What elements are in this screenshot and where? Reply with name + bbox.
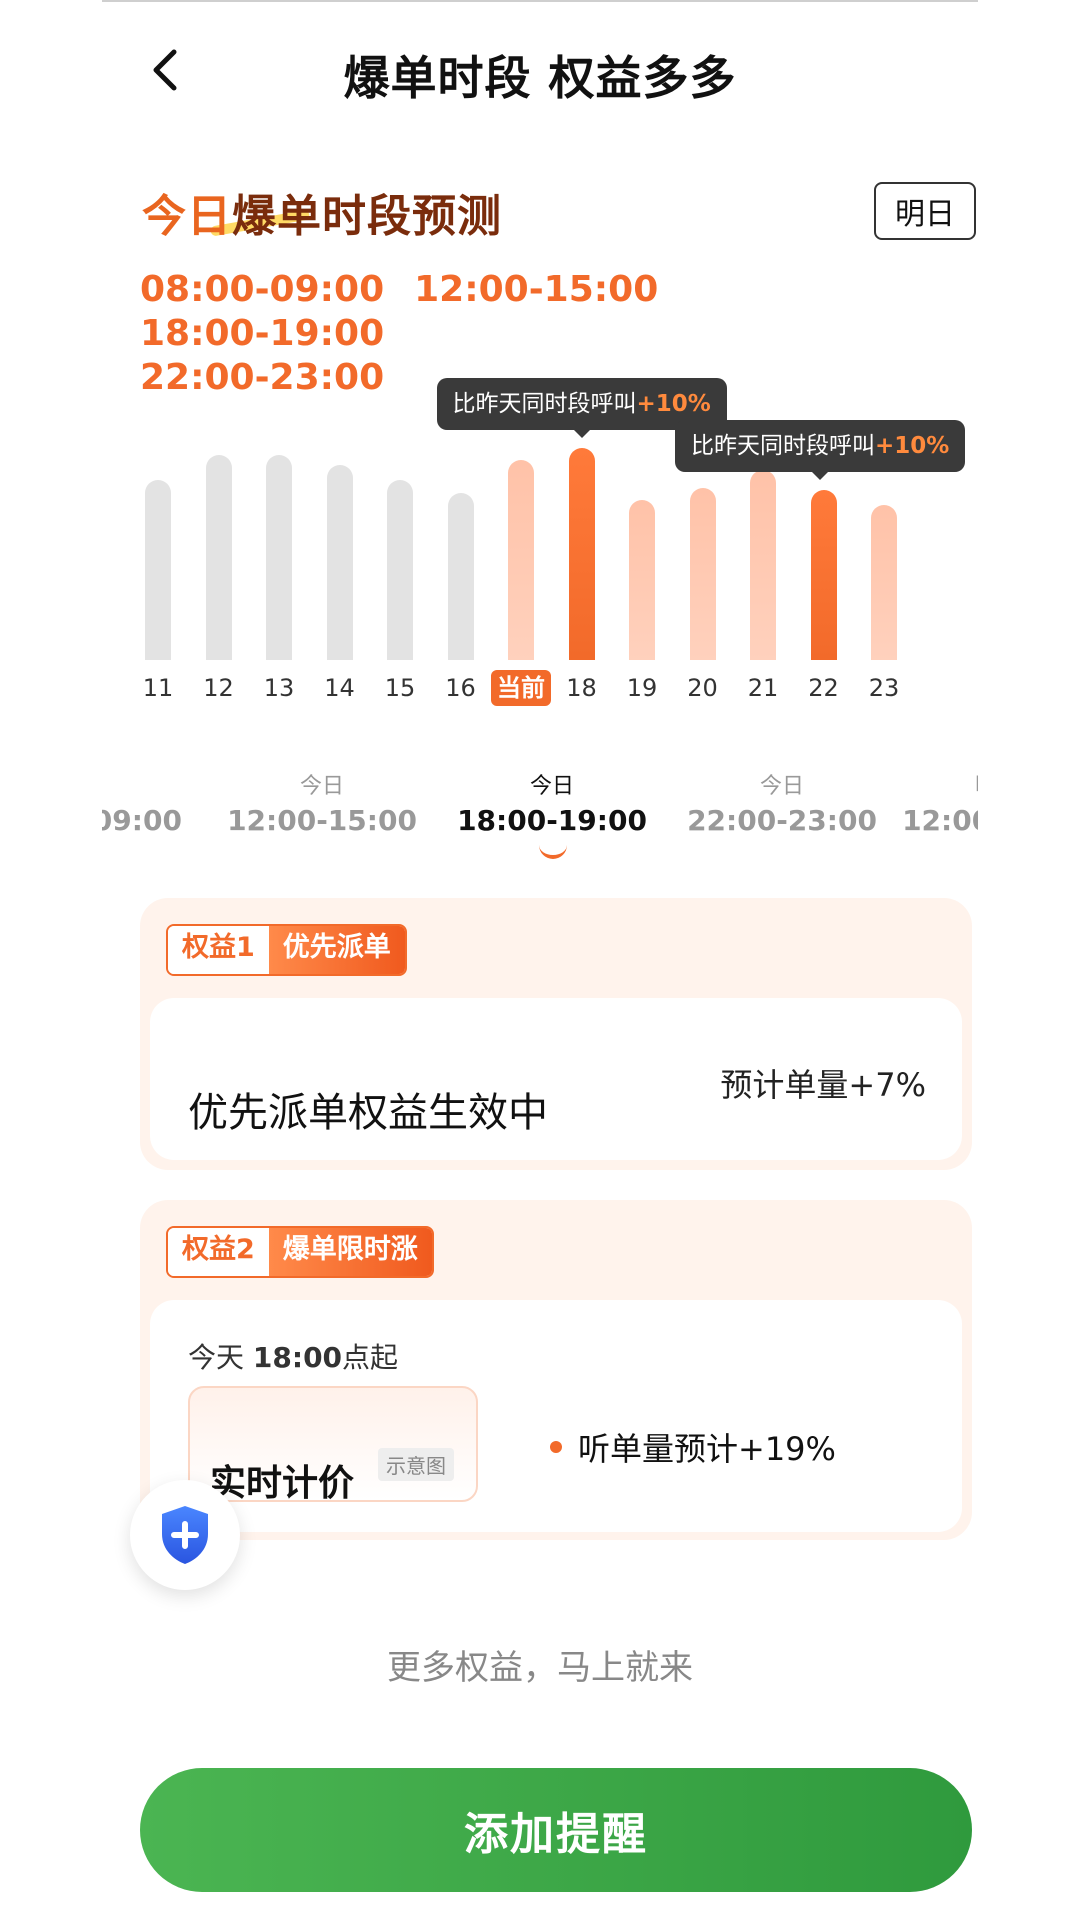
tomorrow-button[interactable]: 明日 — [874, 182, 976, 240]
tooltip-text: 比昨天同时段呼叫 — [691, 433, 875, 459]
benefit-bullet: 听单量预计+19% — [550, 1424, 836, 1470]
time-slot[interactable]: 今日 12:00-15:00 — [217, 768, 427, 837]
section-title: 今日爆单时段预测 — [142, 180, 502, 244]
chart-bar — [205, 455, 232, 660]
chart-x-label: 11 — [142, 674, 174, 702]
benefit-badge: 权益1 优先派单 — [166, 924, 407, 976]
benefit-start-time: 今天 18:00点起 — [188, 1336, 398, 1376]
time-slot[interactable]: 明日 12:00-15:00 — [892, 768, 978, 837]
time-slot[interactable]: 日 08:00-09:00 — [102, 768, 192, 837]
benefit-card-1: 权益1 优先派单 优先派单权益生效中 预计单量+7% — [140, 898, 972, 1170]
time-slot-day: 今日 — [759, 774, 804, 799]
bullet-text: 听单量预计+19% — [578, 1430, 836, 1468]
chart-bar — [568, 447, 595, 660]
benefit-estimate: 预计单量+7% — [720, 1066, 926, 1104]
chart-x-label: 15 — [384, 674, 416, 702]
chart-bar — [266, 455, 292, 660]
hourly-demand-chart: 11 12 13 14 15 16 当前 18 19 20 21 22 23 比昨天同时段呼叫+10% 比昨… — [0, 360, 1080, 720]
section-title-rest: 爆单时段预测 — [232, 191, 502, 242]
benefit-status: 优先派单权益生效中 — [188, 1090, 548, 1136]
header: 爆单时段 权益多多 — [0, 30, 1080, 110]
chart-bar — [871, 505, 897, 660]
chart-bar — [629, 500, 655, 660]
tooltip-text: 比昨天同时段呼叫 — [452, 390, 637, 417]
chart-x-label: 20 — [687, 674, 718, 702]
peak-range: 18:00-19:00 — [140, 313, 385, 354]
chart-x-label: 21 — [747, 674, 779, 702]
since-prefix: 今天 — [188, 1341, 253, 1374]
illustration-tag: 示意图 — [378, 1448, 454, 1481]
chart-bar — [750, 470, 776, 660]
benefit-number: 权益1 — [168, 926, 269, 974]
chart-x-label: 12 — [203, 674, 234, 702]
chart-bar — [810, 490, 837, 660]
chart-x-label: 13 — [263, 674, 295, 702]
benefit-card-2: 权益2 爆单限时涨 今天 18:00点起 实时计价 示意图 听单量预计+19% — [140, 1200, 972, 1540]
time-slot-range: 12:00-15:00 — [902, 804, 978, 837]
top-divider — [102, 0, 978, 2]
time-slot-range: 18:00-19:00 — [457, 804, 647, 837]
benefit-card-body: 今天 18:00点起 实时计价 示意图 听单量预计+19% — [150, 1300, 962, 1532]
time-slot-day: 明日 — [892, 768, 978, 800]
time-slot-range: 12:00-15:00 — [227, 804, 417, 837]
chart-bar — [387, 480, 413, 660]
benefit-card-body: 优先派单权益生效中 预计单量+7% — [150, 998, 962, 1160]
benefit-badge: 权益2 爆单限时涨 — [166, 1226, 434, 1278]
chart-bar — [326, 465, 353, 660]
section-title-today: 今日 — [142, 191, 232, 242]
chart-bar — [447, 492, 474, 660]
chart-x-label: 19 — [626, 674, 658, 702]
chart-bar — [145, 480, 171, 660]
bullet-dot — [550, 1441, 562, 1453]
benefit-name: 爆单限时涨 — [268, 1228, 432, 1276]
safety-shield-button[interactable] — [130, 1480, 240, 1590]
time-slot-range: 08:00-09:00 — [102, 804, 182, 837]
chart-bar — [508, 460, 534, 660]
peak-range: 08:00-09:00 — [140, 269, 385, 310]
time-slot-day: 日 — [102, 768, 192, 800]
chart-bar — [689, 487, 716, 660]
peak-range: 12:00-15:00 — [414, 269, 659, 310]
chart-x-label: 22 — [808, 674, 839, 702]
more-benefits-text: 更多权益，马上就来 — [387, 1648, 693, 1688]
since-time: 18:00 — [252, 1341, 343, 1374]
tooltip-percent: +10% — [875, 433, 950, 459]
chart-tooltip: 比昨天同时段呼叫+10% — [675, 420, 966, 480]
since-suffix: 点起 — [342, 1341, 399, 1374]
benefit-number: 权益2 — [168, 1228, 269, 1276]
chart-current-label: 当前 — [491, 670, 551, 706]
time-slot[interactable]: 今日 18:00-19:00 — [447, 768, 657, 837]
pricing-label: 实时计价 — [210, 1463, 355, 1502]
chart-x-label: 23 — [868, 674, 900, 702]
shield-plus-icon — [162, 1506, 208, 1564]
benefit-name: 优先派单 — [268, 926, 405, 974]
add-reminder-button[interactable]: 添加提醒 — [140, 1768, 972, 1892]
chart-x-label: 18 — [566, 674, 597, 702]
chart-x-label: 14 — [324, 674, 355, 702]
tooltip-percent: +10% — [636, 390, 711, 417]
page-title: 爆单时段 权益多多 — [343, 51, 737, 105]
pricing-illustration: 实时计价 示意图 — [188, 1386, 478, 1502]
time-slot-day: 今日 — [529, 774, 574, 799]
chart-x-label: 16 — [445, 674, 476, 702]
time-slot[interactable]: 今日 22:00-23:00 — [677, 768, 887, 837]
time-slot-day: 今日 — [299, 774, 344, 799]
time-slot-range: 22:00-23:00 — [687, 804, 877, 837]
